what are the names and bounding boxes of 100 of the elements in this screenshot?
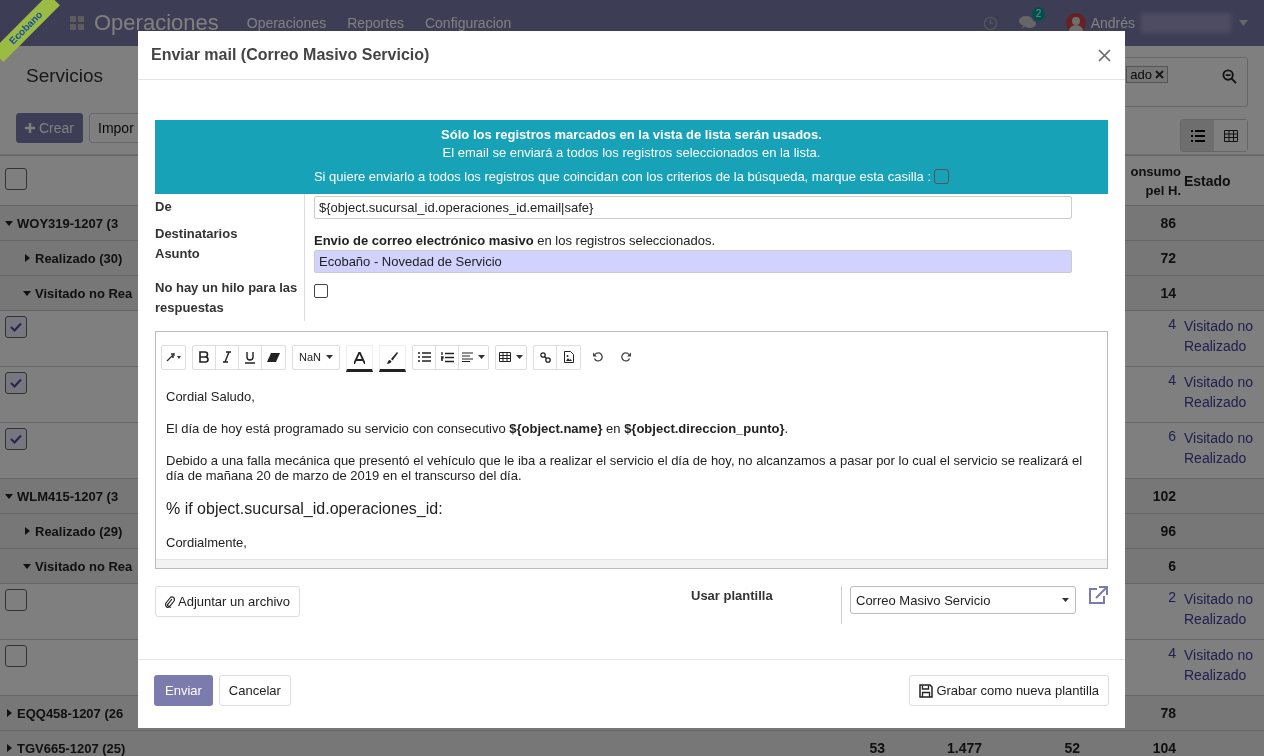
table-cell: 6 — [1168, 558, 1176, 574]
remove-icon[interactable] — [1155, 70, 1164, 79]
caret-icon[interactable] — [5, 744, 13, 753]
banner-text: El email se enviará a todos los registros seleccionados en la lista. — [442, 145, 821, 160]
table-cell: 4 — [1168, 372, 1176, 388]
field-label: No hay un hilo para las respuestas — [155, 275, 305, 321]
no-thread-checkbox[interactable] — [314, 284, 328, 298]
text-color-button[interactable] — [346, 345, 373, 372]
caret-icon — [1062, 598, 1069, 602]
status-cell: Visitado no Realizado — [1184, 318, 1253, 354]
row-checkbox[interactable] — [5, 316, 27, 338]
caret-icon — [478, 355, 485, 359]
group-row-label[interactable]: EQQ458-1207 (26 — [17, 705, 124, 721]
background-color-button[interactable] — [379, 345, 406, 372]
column-header[interactable]: Estado — [1184, 170, 1264, 191]
create-button[interactable]: Crear — [16, 113, 83, 143]
paragraph: El día de hoy está programado su servicio con consecutivo ${object.name} en ${object.direccion_punto}. — [166, 421, 790, 436]
message-count-badge: 2 — [1031, 7, 1046, 21]
group-row-label[interactable]: WLM415-1207 (3 — [17, 488, 119, 504]
brush-icon — [387, 351, 398, 364]
eraser-icon — [267, 352, 280, 362]
group-row-label[interactable]: Realizado (29) — [35, 523, 123, 539]
template-select[interactable]: Correo Masivo Servicio — [850, 586, 1076, 614]
table-cell: 78 — [1160, 705, 1176, 721]
banner-title: Sólo los registros marcados en la vista de lista serán usados. — [441, 127, 822, 142]
row-checkbox[interactable] — [5, 589, 27, 611]
table-cell: 6 — [1168, 428, 1176, 444]
caret-icon[interactable] — [5, 492, 13, 501]
group-row-label[interactable]: WOY319-1207 (3 — [17, 215, 119, 231]
zoom-out-icon[interactable] — [1222, 69, 1237, 84]
row-checkbox[interactable] — [5, 372, 27, 394]
align-left-icon — [462, 352, 473, 362]
paragraph: Cordial Saludo, — [166, 389, 256, 404]
menu-item[interactable]: Configuracion — [424, 15, 512, 31]
status-cell: Visitado no Realizado — [1184, 647, 1253, 683]
field-label: Asunto — [155, 245, 201, 263]
attach-file-button[interactable]: Adjuntar un archivo — [155, 586, 300, 617]
field-label: Usar plantilla — [691, 587, 774, 603]
select-all-checkbox[interactable] — [5, 168, 27, 190]
check-icon — [10, 322, 22, 332]
close-icon[interactable] — [1098, 48, 1111, 62]
caret-icon[interactable] — [23, 527, 31, 536]
list-icon — [1190, 129, 1205, 142]
group-row-label[interactable]: Visitado no Rea — [35, 558, 133, 574]
rich-text-editor[interactable] — [155, 331, 1108, 569]
caret-icon[interactable] — [23, 289, 31, 298]
underline-icon — [245, 350, 255, 364]
table-cell: 72 — [1160, 250, 1176, 266]
check-icon — [10, 378, 22, 388]
italic-icon — [223, 351, 231, 363]
status-cell: Visitado no Realizado — [1184, 591, 1253, 627]
save-template-button[interactable]: Grabar como nueva plantilla — [909, 675, 1109, 706]
group-row-label[interactable]: Visitado no Rea — [35, 285, 133, 301]
resize-handle[interactable] — [156, 559, 1107, 568]
table-cell: 53 — [869, 740, 885, 756]
table-cell: 4 — [1168, 645, 1176, 661]
menu-item[interactable]: Reportes — [347, 15, 404, 31]
send-button[interactable]: Enviar — [154, 675, 213, 706]
field-label: Destinatarios — [155, 225, 239, 243]
filter-facet[interactable]: ado — [1126, 66, 1168, 83]
caret-icon — [516, 355, 523, 359]
caret-icon[interactable] — [5, 219, 13, 228]
cancel-button[interactable]: Cancelar — [218, 675, 291, 706]
app-title: Operaciones — [94, 10, 219, 36]
paragraph: Debido a una falla mecánica que presentó el vehículo que le iba a realizar el servicio el día de hoy, no alcanzamos a pasar por lo cual el servicio se realizará el día de mañana 20 de marzo de 2019 en el transcurso del día. — [166, 453, 1084, 483]
redo-icon[interactable] — [621, 352, 631, 362]
plus-icon — [25, 123, 35, 133]
field-label: De — [155, 194, 305, 221]
table-icon — [499, 352, 511, 362]
table-cell: 86 — [1160, 215, 1176, 231]
grid-icon — [1223, 129, 1238, 142]
external-link-icon[interactable] — [1088, 586, 1108, 604]
caret-icon[interactable] — [23, 254, 31, 263]
table-cell: 2 — [1168, 589, 1176, 605]
menu-item[interactable]: Operaciones — [246, 15, 327, 31]
caret-icon[interactable] — [23, 562, 31, 571]
group-row-label[interactable]: Realizado (30) — [35, 250, 123, 266]
table-cell: 14 — [1160, 285, 1176, 301]
bold-icon — [199, 351, 209, 363]
breadcrumb: Servicios — [25, 65, 105, 87]
floppy-disk-icon — [919, 683, 934, 698]
group-row-label[interactable]: TGV665-1207 (25) — [17, 740, 126, 756]
caret-icon — [326, 355, 333, 359]
all-records-checkbox[interactable] — [934, 169, 950, 184]
caret-icon[interactable] — [5, 709, 13, 718]
row-checkbox[interactable] — [5, 428, 27, 450]
magic-wand-icon — [165, 352, 182, 362]
undo-icon[interactable] — [593, 352, 603, 362]
from-field[interactable]: ${object.sucursal_id.operaciones_id.email|safe} — [314, 196, 1072, 219]
paperclip-icon — [165, 595, 175, 608]
template-line: % if object.sucursal_id.operaciones_id: — [166, 500, 444, 518]
recipients-text: Envio de correo electrónico masivo en los registros seleccionados. — [314, 233, 716, 248]
subject-field[interactable]: Ecobaño - Novedad de Servicio — [314, 250, 1072, 273]
row-checkbox[interactable] — [5, 645, 27, 667]
numbered-list-icon — [440, 351, 454, 363]
list-view-button[interactable] — [1181, 120, 1214, 151]
user-name[interactable]: Andrés — [1090, 15, 1135, 31]
table-cell: 96 — [1160, 523, 1176, 539]
check-icon — [10, 434, 22, 444]
font-size-dropdown[interactable]: NaN — [293, 345, 339, 369]
